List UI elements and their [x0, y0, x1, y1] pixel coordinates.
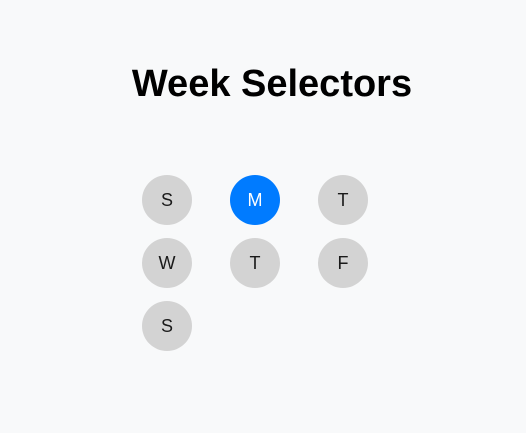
- day-button-wednesday[interactable]: W: [142, 238, 192, 288]
- page-title: Week Selectors: [131, 63, 413, 105]
- week-selector: S M T W T F S: [142, 175, 368, 351]
- day-button-saturday[interactable]: S: [142, 301, 192, 351]
- day-button-monday[interactable]: M: [230, 175, 280, 225]
- day-button-tuesday[interactable]: T: [318, 175, 368, 225]
- day-button-friday[interactable]: F: [318, 238, 368, 288]
- day-button-sunday[interactable]: S: [142, 175, 192, 225]
- day-button-thursday[interactable]: T: [230, 238, 280, 288]
